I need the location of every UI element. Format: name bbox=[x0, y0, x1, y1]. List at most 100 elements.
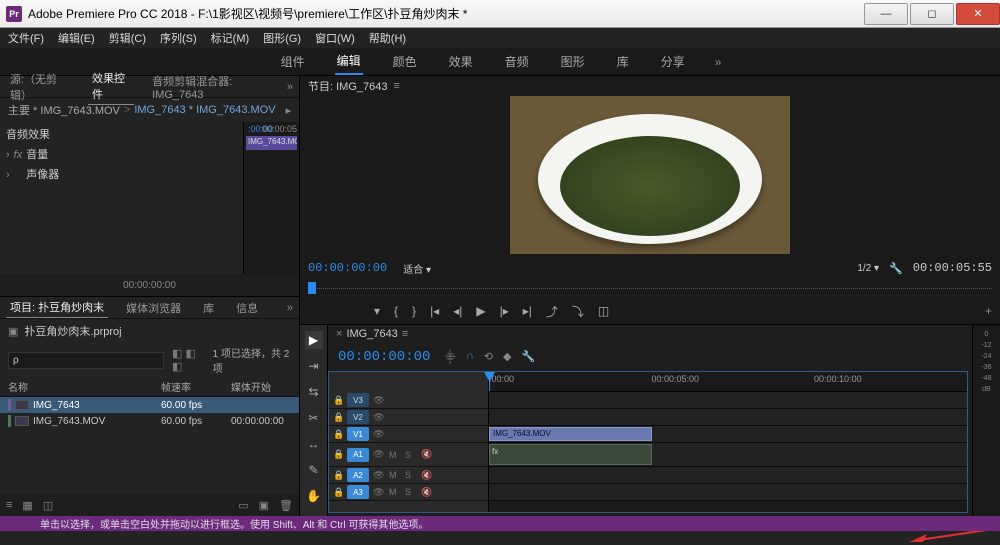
export-frame-icon[interactable]: ◫ bbox=[598, 304, 609, 318]
pen-tool-icon[interactable]: ✎ bbox=[305, 461, 323, 479]
lift-icon[interactable]: ⤴ bbox=[546, 303, 558, 320]
track-a2[interactable] bbox=[489, 467, 967, 484]
icon-view-icon[interactable]: ▦ bbox=[22, 499, 32, 512]
menu-marker[interactable]: 标记(M) bbox=[211, 30, 250, 46]
project-item-video[interactable]: IMG_7643.MOV 60.00 fps 00:00:00:00 bbox=[0, 413, 299, 429]
snap-icon[interactable]: ⸎ bbox=[444, 350, 455, 365]
menu-help[interactable]: 帮助(H) bbox=[369, 30, 406, 46]
ws-overflow-icon[interactable]: » bbox=[715, 55, 722, 69]
add-marker-icon[interactable]: ▾ bbox=[374, 304, 380, 318]
goto-out-icon[interactable]: ▸| bbox=[523, 304, 532, 318]
track-area[interactable]: :00:00 00:00:05:00 00:00:10:00 IMG_7643.… bbox=[489, 372, 967, 512]
track-header-v1[interactable]: 🔒V1👁 bbox=[329, 426, 488, 443]
app-logo: Pr bbox=[6, 6, 22, 22]
ripple-tool-icon[interactable]: ⇆ bbox=[305, 383, 323, 401]
tab-library[interactable]: 库 bbox=[199, 298, 218, 318]
project-filter-icons[interactable]: ◧ ◧ ◧ bbox=[172, 347, 205, 373]
panel-overflow-icon[interactable]: » bbox=[287, 81, 293, 93]
effect-section-audio: 音频效果 bbox=[6, 124, 237, 144]
tab-info[interactable]: 信息 bbox=[232, 298, 262, 318]
playhead-icon[interactable]: ▸ bbox=[285, 104, 291, 117]
track-a3[interactable] bbox=[489, 484, 967, 501]
track-header-a3[interactable]: 🔒A3👁MS🔇 bbox=[329, 484, 488, 501]
minimize-button[interactable]: — bbox=[864, 3, 908, 25]
menu-window[interactable]: 窗口(W) bbox=[315, 30, 355, 46]
effect-mini-timeline[interactable]: :00:00 00:00:05 IMG_7643.MOV bbox=[243, 122, 299, 274]
program-timecode[interactable]: 00:00:00:00 bbox=[308, 261, 387, 275]
play-icon[interactable]: ▶ bbox=[476, 304, 485, 318]
new-bin-icon[interactable]: ▭ bbox=[238, 499, 248, 512]
extract-icon[interactable]: ⤵ bbox=[572, 303, 584, 320]
program-duration: 00:00:05:55 bbox=[913, 261, 992, 275]
linked-selection-icon[interactable]: ⟲ bbox=[484, 350, 493, 365]
menu-file[interactable]: 文件(F) bbox=[8, 30, 44, 46]
wrench-icon[interactable]: 🔧 bbox=[889, 262, 903, 275]
hand-tool-icon[interactable]: ✋ bbox=[305, 487, 323, 505]
ws-tab-editing[interactable]: 编辑 bbox=[335, 48, 363, 75]
step-fwd-icon[interactable]: |▸ bbox=[500, 304, 509, 318]
ws-tab-color[interactable]: 颜色 bbox=[391, 49, 419, 74]
track-a1[interactable]: fx bbox=[489, 443, 967, 467]
video-clip[interactable]: IMG_7643.MOV bbox=[489, 427, 652, 441]
panel-menu-icon[interactable]: ≡ bbox=[393, 80, 399, 92]
timeline-sequence-tab[interactable]: IMG_7643 bbox=[346, 328, 397, 340]
program-tab[interactable]: 节目: IMG_7643 bbox=[308, 78, 387, 94]
ws-tab-library[interactable]: 库 bbox=[615, 49, 631, 74]
ws-tab-graphics[interactable]: 图形 bbox=[559, 49, 587, 74]
new-item-icon[interactable]: ▣ bbox=[259, 499, 269, 512]
track-v2[interactable] bbox=[489, 409, 967, 426]
effect-clip-label[interactable]: IMG_7643 * IMG_7643.MOV bbox=[134, 104, 275, 116]
track-header-a1[interactable]: 🔒A1👁MS🔇 bbox=[329, 443, 488, 467]
close-button[interactable]: ✕ bbox=[956, 3, 1000, 25]
mark-out-icon[interactable]: } bbox=[412, 304, 416, 318]
panel-menu-icon[interactable]: ≡ bbox=[402, 328, 408, 340]
track-header-a2[interactable]: 🔒A2👁MS🔇 bbox=[329, 467, 488, 484]
program-scale-dropdown[interactable]: 1/2 ▾ bbox=[857, 263, 879, 274]
track-v1[interactable]: IMG_7643.MOV bbox=[489, 426, 967, 443]
effect-row-volume[interactable]: ›fx音量 bbox=[6, 144, 237, 164]
ws-tab-share[interactable]: 分享 bbox=[659, 49, 687, 74]
track-select-tool-icon[interactable]: ⇥ bbox=[305, 357, 323, 375]
settings-icon[interactable]: 🔧 bbox=[521, 350, 535, 365]
menu-sequence[interactable]: 序列(S) bbox=[160, 30, 197, 46]
audio-clip[interactable]: fx bbox=[489, 444, 652, 465]
program-monitor-viewport[interactable] bbox=[300, 96, 1000, 254]
trash-icon[interactable]: 🗑 bbox=[279, 499, 293, 512]
menu-graphic[interactable]: 图形(G) bbox=[263, 30, 301, 46]
freeform-view-icon[interactable]: ◫ bbox=[43, 499, 53, 512]
program-transport: ▾ { } |◂ ◂| ▶ |▸ ▸| ⤴ ⤵ ◫ + bbox=[300, 298, 1000, 324]
timeline-timecode[interactable]: 00:00:00:00 bbox=[338, 349, 430, 365]
tab-project[interactable]: 项目: 扑豆角炒肉末 bbox=[6, 297, 108, 318]
panel-overflow-icon[interactable]: » bbox=[287, 302, 293, 314]
timeline-ruler[interactable]: :00:00 00:00:05:00 00:00:10:00 bbox=[489, 372, 967, 392]
menu-clip[interactable]: 剪辑(C) bbox=[109, 30, 146, 46]
effect-row-panner[interactable]: ›fx声像器 bbox=[6, 164, 237, 184]
project-panel: 项目: 扑豆角炒肉末 媒体浏览器 库 信息 » ▣ 扑豆角炒肉末.prproj … bbox=[0, 296, 299, 516]
ws-tab-effects[interactable]: 效果 bbox=[447, 49, 475, 74]
list-view-icon[interactable]: ≡ bbox=[6, 499, 12, 511]
mark-in-icon[interactable]: { bbox=[394, 304, 398, 318]
window-buttons: — ◻ ✕ bbox=[862, 3, 1000, 25]
track-v3[interactable] bbox=[489, 392, 967, 409]
program-playhead[interactable] bbox=[308, 282, 316, 294]
button-editor-icon[interactable]: + bbox=[985, 304, 992, 318]
ws-tab-assembly[interactable]: 组件 bbox=[279, 49, 307, 74]
marker-icon[interactable]: ◆ bbox=[503, 350, 511, 365]
track-header-v3[interactable]: 🔒V3👁 bbox=[329, 392, 488, 409]
magnet-icon[interactable]: ∩ bbox=[466, 350, 474, 365]
project-search-input[interactable] bbox=[8, 352, 164, 369]
program-fit-dropdown[interactable]: 适合 ▾ bbox=[397, 260, 437, 277]
menu-edit[interactable]: 编辑(E) bbox=[58, 30, 95, 46]
slip-tool-icon[interactable]: ↔ bbox=[305, 435, 323, 453]
maximize-button[interactable]: ◻ bbox=[910, 3, 954, 25]
project-item-sequence[interactable]: IMG_7643 60.00 fps bbox=[0, 397, 299, 413]
step-back-icon[interactable]: ◂| bbox=[453, 304, 462, 318]
selection-tool-icon[interactable]: ▶ bbox=[305, 331, 323, 349]
razor-tool-icon[interactable]: ✂ bbox=[305, 409, 323, 427]
tab-media-browser[interactable]: 媒体浏览器 bbox=[122, 298, 185, 318]
program-ruler[interactable] bbox=[308, 282, 992, 298]
ws-tab-audio[interactable]: 音频 bbox=[503, 49, 531, 74]
timeline-playhead[interactable] bbox=[489, 372, 490, 391]
track-header-v2[interactable]: 🔒V2👁 bbox=[329, 409, 488, 426]
goto-in-icon[interactable]: |◂ bbox=[430, 304, 439, 318]
